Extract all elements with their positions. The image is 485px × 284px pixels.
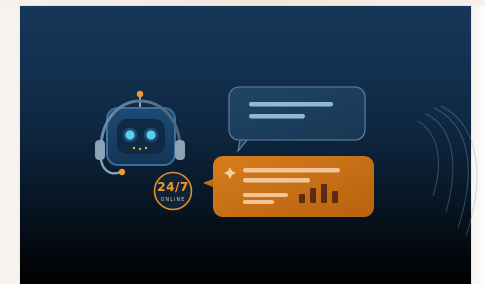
availability-badge: 24/7 ONLINE — [153, 171, 193, 211]
signal-waves — [417, 105, 478, 237]
incoming-chat-bubble — [228, 86, 366, 153]
support-bot-illustration: 24/7 ONLINE — [95, 86, 478, 237]
badge-sub-text: ONLINE — [161, 197, 186, 203]
robot-icon — [95, 90, 185, 176]
illustration-stage: 24/7 ONLINE — [0, 0, 485, 284]
reply-chat-bubble — [203, 156, 374, 217]
badge-main-text: 24/7 — [157, 180, 188, 194]
